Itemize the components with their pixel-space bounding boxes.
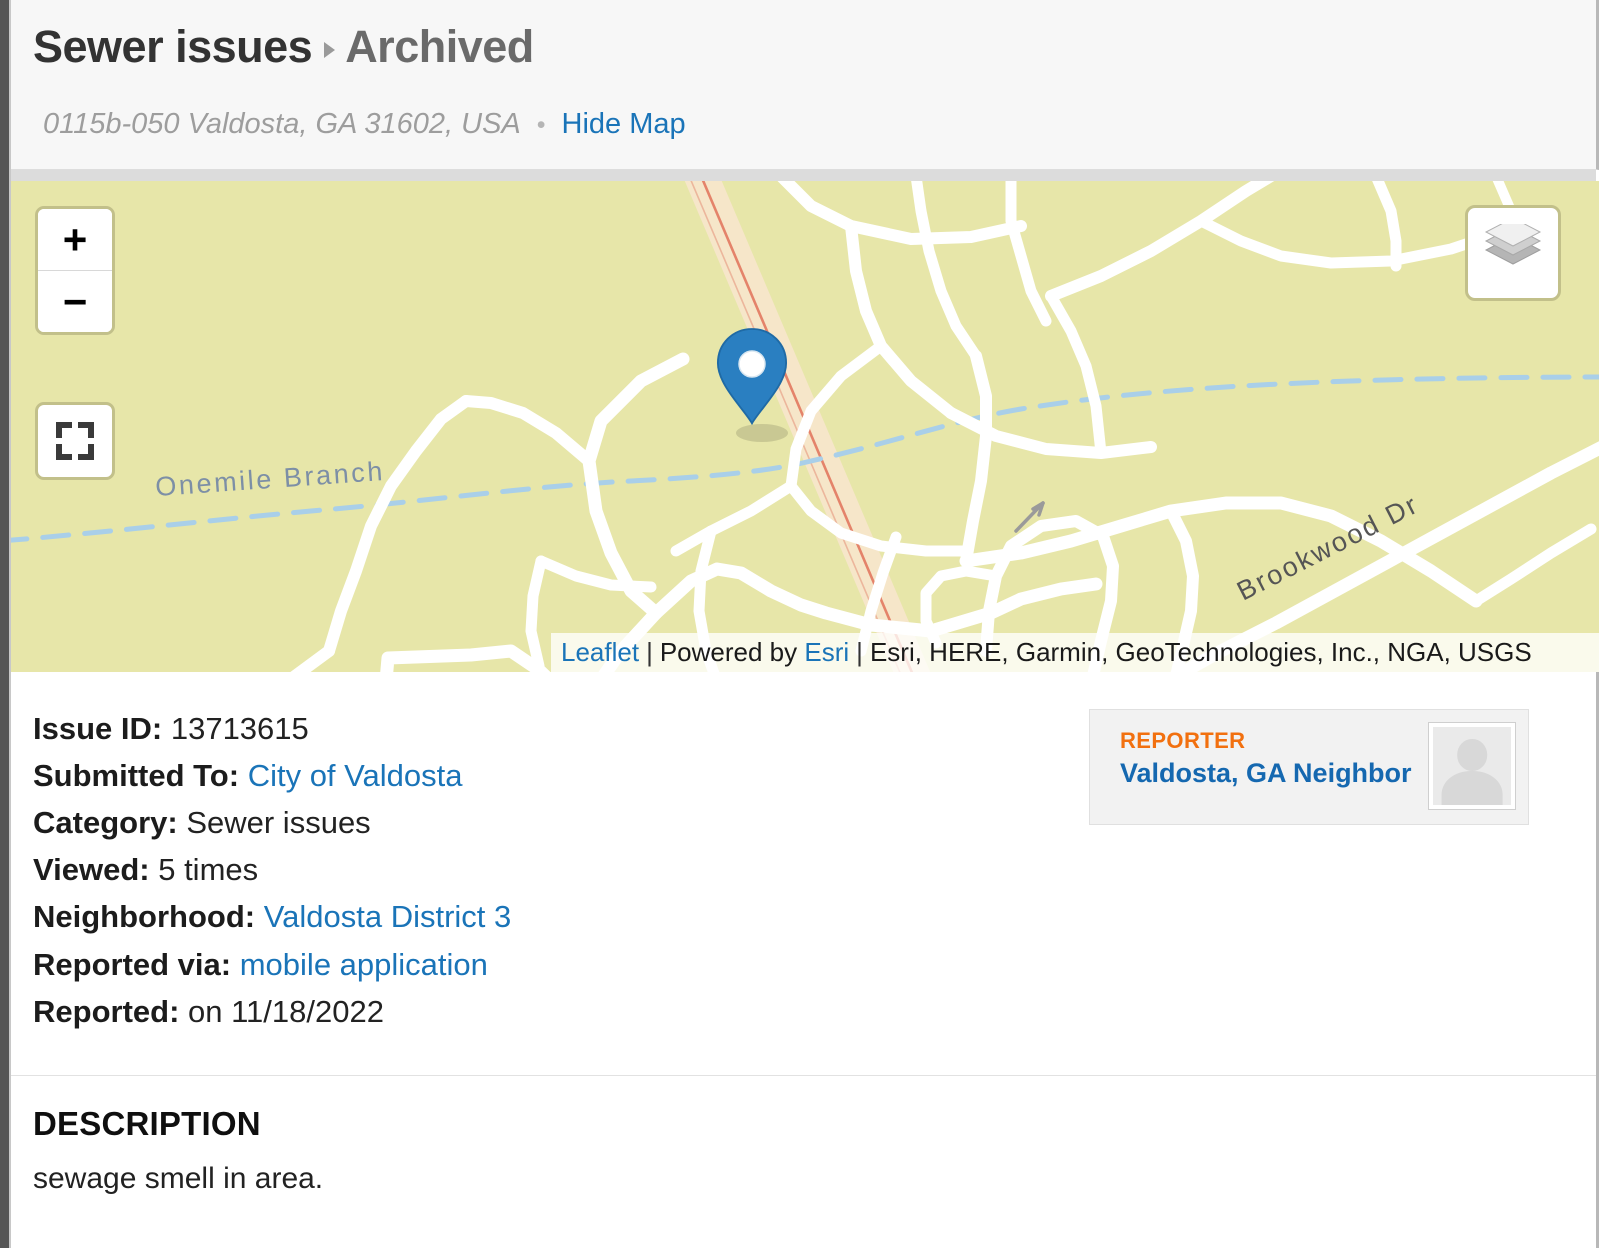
neighborhood-link[interactable]: Valdosta District 3	[264, 899, 512, 934]
detail-row-submitted-to: Submitted To: City of Valdosta	[33, 752, 1033, 799]
issue-detail-page: Sewer issues Archived 0115b-050 Valdosta…	[0, 0, 1599, 1248]
reporter-card: REPORTER Valdosta, GA Neighbor	[1089, 709, 1529, 825]
map-fullscreen-button[interactable]	[35, 402, 115, 480]
issue-category-title: Sewer issues	[33, 21, 313, 72]
section-divider	[11, 1075, 1596, 1076]
window-left-edge	[0, 0, 9, 1248]
bullet-separator: •	[536, 111, 546, 139]
map-attribution: Leaflet | Powered by Esri | Esri, HERE, …	[551, 633, 1599, 672]
submitted-to-link[interactable]: City of Valdosta	[248, 758, 463, 793]
description-heading: DESCRIPTION	[33, 1105, 261, 1142]
issue-address: 0115b-050 Valdosta, GA 31602, USA	[43, 108, 521, 140]
window-left-edge-inner	[9, 0, 11, 1248]
fullscreen-icon	[56, 422, 94, 460]
detail-row-category: Category: Sewer issues	[33, 799, 1033, 846]
detail-label: Reported via:	[33, 946, 232, 982]
avatar-head-shape	[1457, 739, 1487, 771]
detail-value: 5 times	[158, 852, 259, 888]
detail-label: Viewed:	[33, 852, 150, 888]
detail-value: Sewer issues	[186, 805, 371, 841]
detail-label: Reported:	[33, 993, 180, 1029]
detail-row-reported-via: Reported via: mobile application	[33, 941, 1033, 988]
detail-label: Submitted To:	[33, 758, 240, 794]
attribution-separator-2: |	[856, 637, 863, 667]
hide-map-link[interactable]: Hide Map	[562, 108, 686, 141]
map-tile-layer: Onemile Branch Brookwood Dr	[11, 181, 1599, 672]
powered-by-label: Powered by	[659, 637, 798, 667]
zoom-out-button[interactable]: −	[38, 270, 112, 332]
detail-label: Issue ID:	[33, 711, 163, 746]
description-text: sewage smell in area.	[33, 1162, 324, 1195]
detail-row-issue-id: Issue ID: 13713615	[33, 705, 1033, 752]
reporter-heading: REPORTER	[1120, 728, 1246, 753]
map-layers-button[interactable]	[1465, 205, 1561, 301]
avatar[interactable]	[1428, 722, 1516, 810]
map-zoom-control[interactable]: + −	[35, 206, 115, 335]
esri-link[interactable]: Esri	[804, 637, 849, 668]
page-title: Sewer issues Archived	[33, 24, 534, 69]
reporter-name-link[interactable]: Valdosta, GA Neighbor	[1120, 755, 1412, 791]
detail-row-viewed: Viewed: 5 times	[33, 846, 1033, 893]
attribution-credits: Esri, HERE, Garmin, GeoTechnologies, Inc…	[869, 637, 1532, 667]
page-header: Sewer issues Archived 0115b-050 Valdosta…	[11, 0, 1599, 170]
status-badge: Archived	[345, 21, 534, 72]
caret-right-icon	[324, 41, 336, 58]
issue-details-list: Issue ID: 13713615 Submitted To: City of…	[33, 705, 1033, 1035]
description-section: DESCRIPTION sewage smell in area.	[33, 1105, 1233, 1196]
detail-row-neighborhood: Neighborhood: Valdosta District 3	[33, 893, 1033, 940]
detail-value: on 11/18/2022	[188, 993, 384, 1029]
leaflet-link[interactable]: Leaflet	[561, 637, 639, 668]
layers-icon	[1484, 224, 1542, 265]
user-avatar-placeholder-icon	[1433, 727, 1511, 805]
zoom-in-button[interactable]: +	[38, 209, 112, 270]
detail-value: 13713615	[170, 711, 309, 746]
map-top-strip	[11, 170, 1596, 181]
detail-label: Neighborhood:	[33, 899, 256, 935]
reported-via-link[interactable]: mobile application	[240, 947, 488, 982]
avatar-body-shape	[1441, 771, 1503, 805]
detail-row-reported: Reported: on 11/18/2022	[33, 988, 1033, 1035]
reporter-text-block: REPORTER Valdosta, GA Neighbor	[1120, 727, 1412, 791]
map-container[interactable]: Onemile Branch Brookwood Dr + − Leaflet …	[11, 181, 1599, 672]
subtitle-row: 0115b-050 Valdosta, GA 31602, USA • Hide…	[43, 108, 686, 141]
detail-label: Category:	[33, 805, 178, 841]
attribution-separator-1: |	[646, 637, 653, 667]
